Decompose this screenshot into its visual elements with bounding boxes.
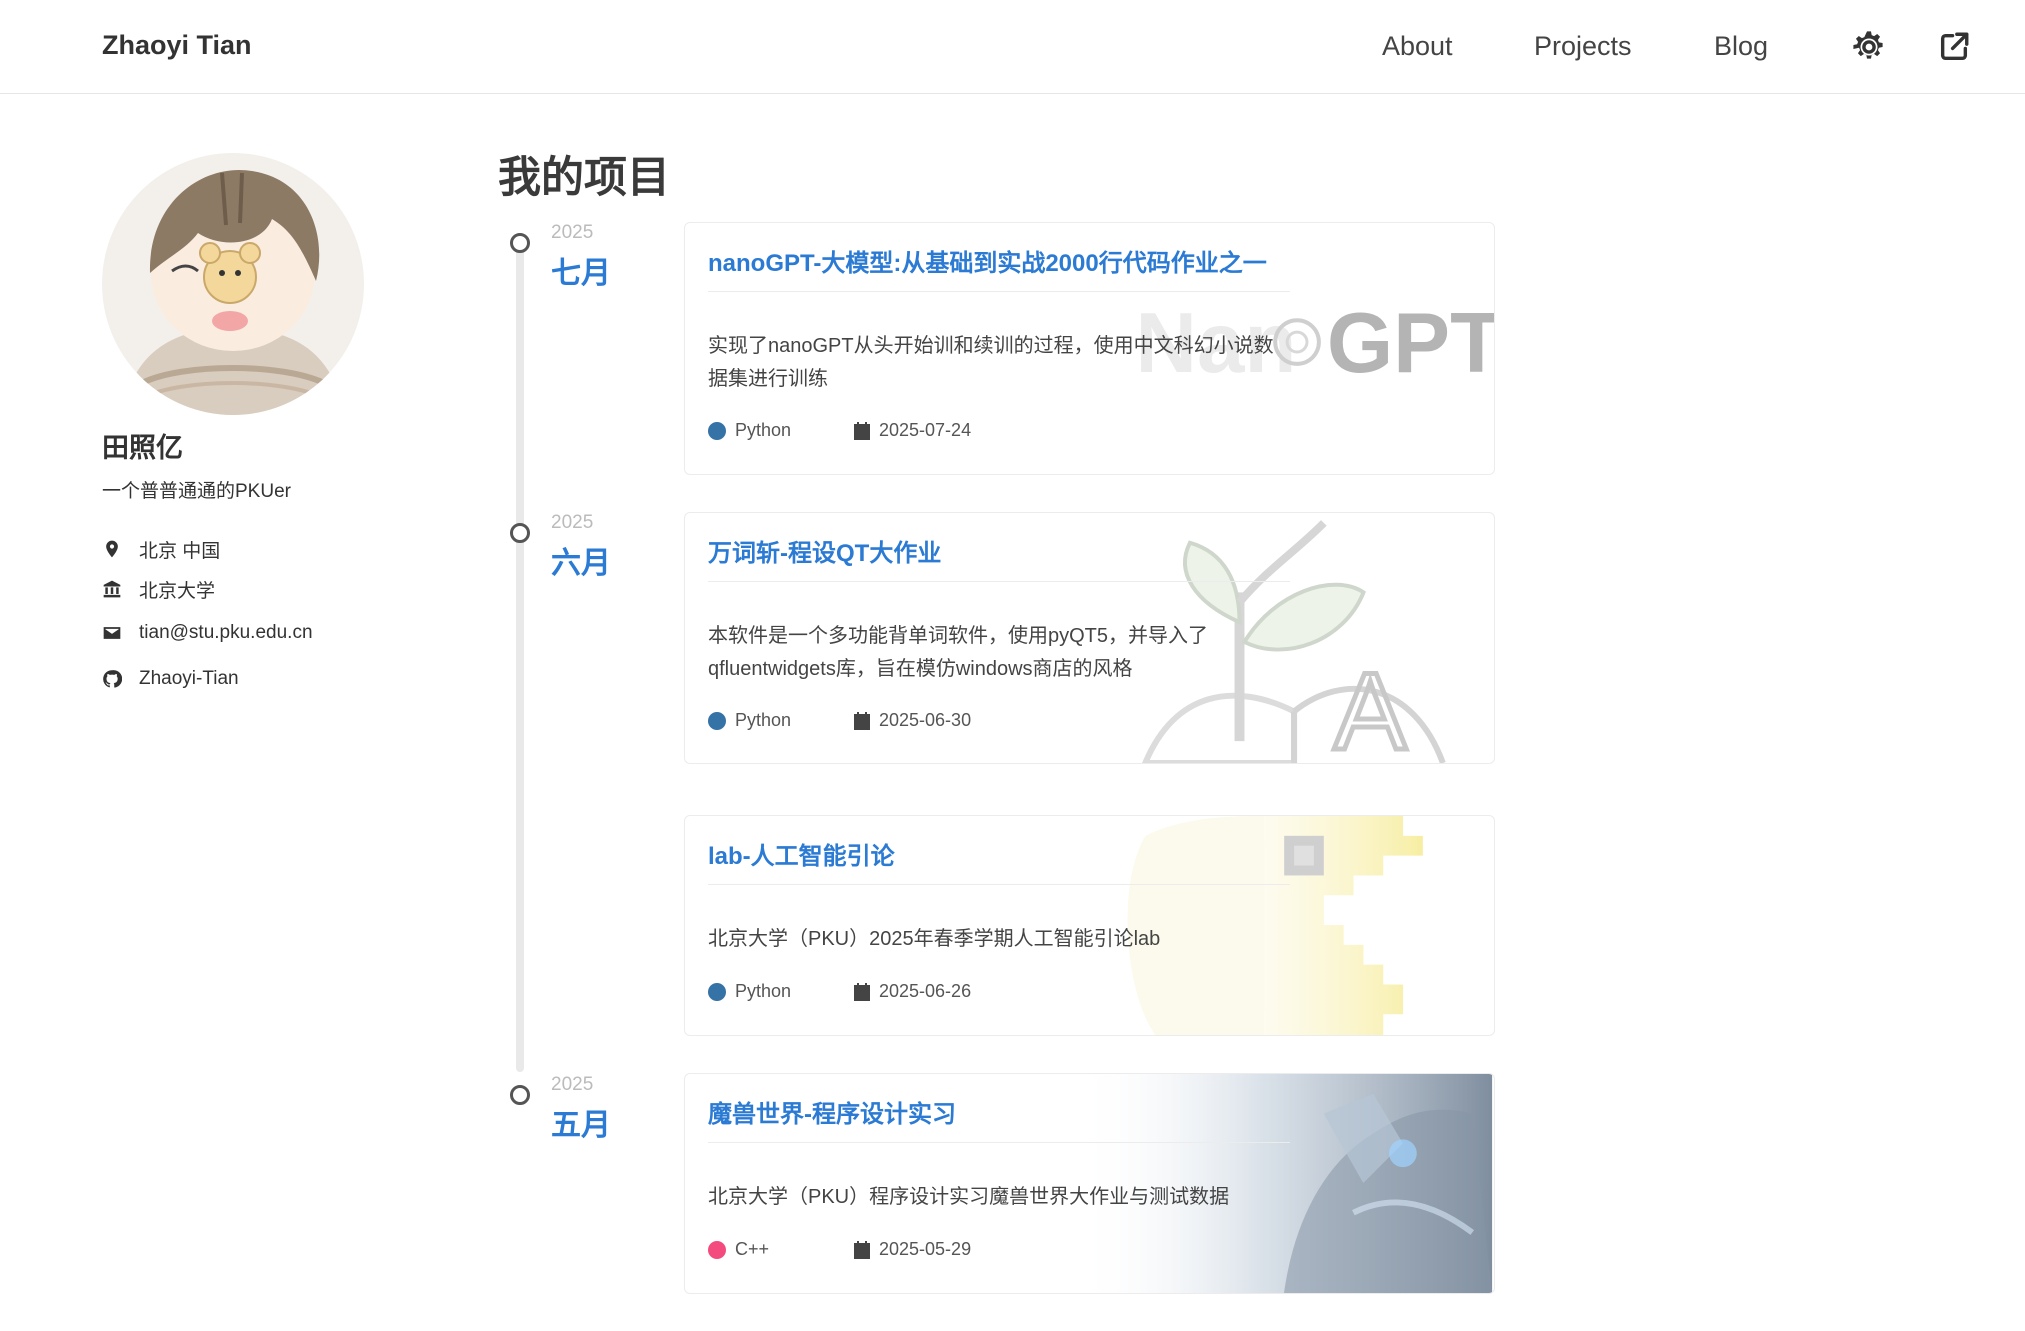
project-card[interactable]: Nan GPT nanoGPT-大模型:从基础到实战2000行代码作业之一 实现… <box>684 222 1495 475</box>
nav-about[interactable]: About <box>1382 31 1453 62</box>
organization-text: 北京大学 <box>139 580 216 602</box>
profile-bio: 一个普普通通的PKUer <box>102 481 291 502</box>
project-title[interactable]: nanoGPT-大模型:从基础到实战2000行代码作业之一 <box>708 243 1267 278</box>
university-icon <box>103 580 121 598</box>
project-card[interactable]: A 万词斩-程设QT大作业 本软件是一个多功能背单词软件，使用pyQT5，并导入… <box>684 512 1495 764</box>
location-text: 北京 中国 <box>139 540 221 562</box>
project-language: Python <box>708 420 791 441</box>
project-date: 2025-06-30 <box>854 710 971 731</box>
language-label: Python <box>735 981 792 1001</box>
external-link-icon[interactable] <box>1937 30 1971 64</box>
project-description: 本软件是一个多功能背单词软件，使用pyQT5，并导入了qfluentwidget… <box>708 625 1209 680</box>
language-label: Python <box>735 420 792 440</box>
github-link[interactable]: Zhaoyi-Tian <box>139 668 239 690</box>
timeline-year: 2025 <box>551 222 594 243</box>
date-label: 2025-05-29 <box>879 1239 972 1259</box>
project-description: 实现了nanoGPT从头开始训和续训的过程，使用中文科幻小说数据集进行训练 <box>708 335 1274 390</box>
github-icon <box>103 670 122 688</box>
map-marker-icon <box>106 540 118 558</box>
project-description: 北京大学（PKU）程序设计实习魔兽世界大作业与测试数据 <box>708 1186 1230 1208</box>
top-navbar: Zhaoyi Tian About Projects Blog <box>0 0 2025 94</box>
calendar-icon <box>854 711 870 730</box>
timeline-month: 五月 <box>551 1109 611 1142</box>
project-date: 2025-07-24 <box>854 420 971 441</box>
timeline-dot <box>510 1085 530 1105</box>
site-brand[interactable]: Zhaoyi Tian <box>102 30 252 61</box>
nav-blog[interactable]: Blog <box>1714 31 1768 62</box>
profile-name: 田照亿 <box>102 433 183 463</box>
project-title[interactable]: lab-人工智能引论 <box>708 836 895 871</box>
calendar-icon <box>854 1240 870 1259</box>
language-color-dot <box>708 711 726 730</box>
profile-email[interactable]: tian@stu.pku.edu.cn <box>102 620 313 646</box>
date-label: 2025-06-26 <box>879 981 972 1001</box>
divider <box>708 1142 1290 1143</box>
calendar-icon <box>854 421 870 440</box>
profile-github[interactable]: Zhaoyi-Tian <box>102 666 239 692</box>
timeline-year: 2025 <box>551 512 594 533</box>
language-color-dot <box>708 1240 726 1259</box>
envelope-icon <box>103 627 121 639</box>
divider <box>708 581 1290 582</box>
calendar-icon <box>854 982 870 1001</box>
divider <box>708 884 1290 885</box>
date-label: 2025-07-24 <box>879 420 972 440</box>
language-label: C++ <box>735 1239 770 1259</box>
date-label: 2025-06-30 <box>879 710 972 730</box>
nav-projects[interactable]: Projects <box>1534 31 1632 62</box>
project-title[interactable]: 魔兽世界-程序设计实习 <box>708 1094 956 1129</box>
timeline-month: 七月 <box>551 257 611 290</box>
timeline-year: 2025 <box>551 1074 594 1095</box>
divider <box>708 291 1290 292</box>
project-description: 北京大学（PKU）2025年春季学期人工智能引论lab <box>708 928 1161 950</box>
project-title[interactable]: 万词斩-程设QT大作业 <box>708 533 941 568</box>
project-date: 2025-06-26 <box>854 981 971 1002</box>
page-title: 我的项目 <box>498 154 670 202</box>
email-link[interactable]: tian@stu.pku.edu.cn <box>139 622 313 644</box>
project-language: Python <box>708 710 791 731</box>
avatar <box>102 153 364 415</box>
project-card[interactable]: lab-人工智能引论 北京大学（PKU）2025年春季学期人工智能引论lab P… <box>684 815 1495 1036</box>
profile-location: 北京 中国 <box>102 536 220 562</box>
language-label: Python <box>735 710 792 730</box>
gear-icon[interactable] <box>1852 30 1886 64</box>
project-date: 2025-05-29 <box>854 1239 971 1260</box>
timeline-dot <box>510 523 530 543</box>
project-language: Python <box>708 981 791 1002</box>
timeline-line <box>516 244 524 1072</box>
project-language: C++ <box>708 1239 769 1260</box>
project-card[interactable]: 魔兽世界-程序设计实习 北京大学（PKU）程序设计实习魔兽世界大作业与测试数据 … <box>684 1073 1495 1294</box>
timeline-dot <box>510 233 530 253</box>
language-color-dot <box>708 421 726 440</box>
language-color-dot <box>708 982 726 1001</box>
profile-organization: 北京大学 <box>102 576 215 602</box>
timeline-month: 六月 <box>551 547 611 580</box>
